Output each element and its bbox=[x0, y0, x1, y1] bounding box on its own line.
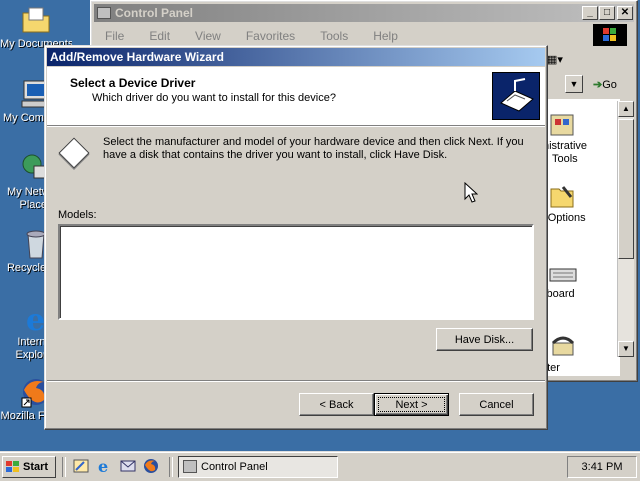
cancel-button[interactable]: Cancel bbox=[459, 393, 534, 416]
start-label: Start bbox=[23, 461, 49, 473]
wizard-header-title: Select a Device Driver bbox=[70, 76, 196, 90]
scroll-down-icon[interactable]: ▼ bbox=[618, 341, 634, 357]
administrative-tools-icon bbox=[550, 114, 574, 136]
control-panel-task-icon bbox=[183, 460, 197, 473]
cp-item-keyboard[interactable]: yboard bbox=[541, 259, 625, 301]
start-button[interactable]: Start bbox=[2, 456, 56, 478]
ie-quicklaunch-icon[interactable]: e bbox=[96, 458, 112, 474]
wizard-header: Select a Device Driver Which driver do y… bbox=[47, 67, 545, 126]
close-button[interactable]: ✕ bbox=[617, 6, 633, 20]
minimize-button[interactable]: _ bbox=[582, 6, 598, 20]
windows-flag-icon bbox=[6, 461, 19, 472]
footer-divider bbox=[47, 380, 545, 382]
header-divider bbox=[47, 126, 545, 127]
models-listbox[interactable] bbox=[58, 224, 534, 320]
menu-tools[interactable]: Tools bbox=[314, 27, 354, 45]
cp-item-phone-modem[interactable]: uter bbox=[541, 333, 625, 375]
svg-text:e: e bbox=[98, 458, 108, 474]
mouse-cursor-icon bbox=[464, 182, 478, 203]
next-button[interactable]: Next > bbox=[374, 393, 449, 416]
outlook-quicklaunch-icon[interactable] bbox=[120, 458, 136, 474]
folder-options-icon bbox=[550, 186, 574, 208]
control-panel-title: Control Panel bbox=[115, 6, 194, 20]
diamond-icon bbox=[58, 137, 90, 169]
control-panel-titlebar[interactable]: Control Panel _ □ ✕ bbox=[94, 4, 634, 22]
wizard-header-subtitle: Which driver do you want to install for … bbox=[92, 92, 336, 104]
clock[interactable]: 3:41 PM bbox=[582, 461, 623, 473]
cp-item-folder-options[interactable]: r Options bbox=[541, 183, 625, 225]
folder-icon bbox=[20, 4, 52, 36]
menu-help[interactable]: Help bbox=[367, 27, 404, 45]
wizard-titlebar[interactable]: Add/Remove Hardware Wizard bbox=[47, 48, 545, 66]
svg-text:e: e bbox=[26, 303, 45, 334]
cp-item-label: r Options bbox=[541, 212, 586, 224]
phone-icon bbox=[551, 336, 575, 356]
cp-item-label: nistrative Tools bbox=[543, 140, 588, 165]
models-label: Models: bbox=[58, 209, 97, 221]
maximize-button[interactable]: □ bbox=[599, 6, 615, 20]
windows-logo-icon bbox=[593, 24, 627, 46]
cp-item-label: yboard bbox=[541, 288, 575, 300]
menu-edit[interactable]: Edit bbox=[143, 27, 176, 45]
control-panel-items: nistrative Tools r Options yboard uter bbox=[541, 49, 625, 374]
wizard-instructions: Select the manufacturer and model of you… bbox=[103, 136, 524, 161]
vertical-scrollbar[interactable]: ▲ ▼ bbox=[617, 101, 634, 357]
show-desktop-icon[interactable] bbox=[73, 458, 89, 474]
focus-rect bbox=[378, 397, 445, 412]
add-remove-hardware-wizard[interactable]: Add/Remove Hardware Wizard Select a Devi… bbox=[44, 45, 548, 430]
desktop-icon-my-documents[interactable]: My Documents bbox=[0, 4, 72, 51]
menu-favorites[interactable]: Favorites bbox=[240, 27, 301, 45]
keyboard-icon bbox=[549, 268, 577, 282]
scroll-thumb[interactable] bbox=[618, 119, 634, 259]
have-disk-button[interactable]: Have Disk... bbox=[436, 328, 533, 351]
menu-bar: File Edit View Favorites Tools Help bbox=[99, 27, 417, 45]
task-label: Control Panel bbox=[201, 461, 268, 473]
scroll-up-icon[interactable]: ▲ bbox=[618, 101, 634, 117]
menu-view[interactable]: View bbox=[189, 27, 227, 45]
taskbar-control-panel-button[interactable]: Control Panel bbox=[178, 456, 338, 478]
back-button[interactable]: < Back bbox=[299, 393, 374, 416]
control-panel-icon bbox=[97, 7, 111, 19]
menu-file[interactable]: File bbox=[99, 27, 130, 45]
taskbar: Start e Control Panel 3:41 PM bbox=[0, 452, 640, 481]
quick-launch-separator bbox=[62, 457, 66, 477]
hardware-wizard-icon bbox=[492, 72, 540, 120]
quick-launch-separator-2 bbox=[169, 457, 173, 477]
system-tray: 3:41 PM bbox=[567, 456, 637, 478]
cp-item-administrative-tools[interactable]: nistrative Tools bbox=[541, 111, 625, 166]
firefox-quicklaunch-icon[interactable] bbox=[143, 458, 159, 474]
cp-item-label: uter bbox=[541, 362, 560, 374]
